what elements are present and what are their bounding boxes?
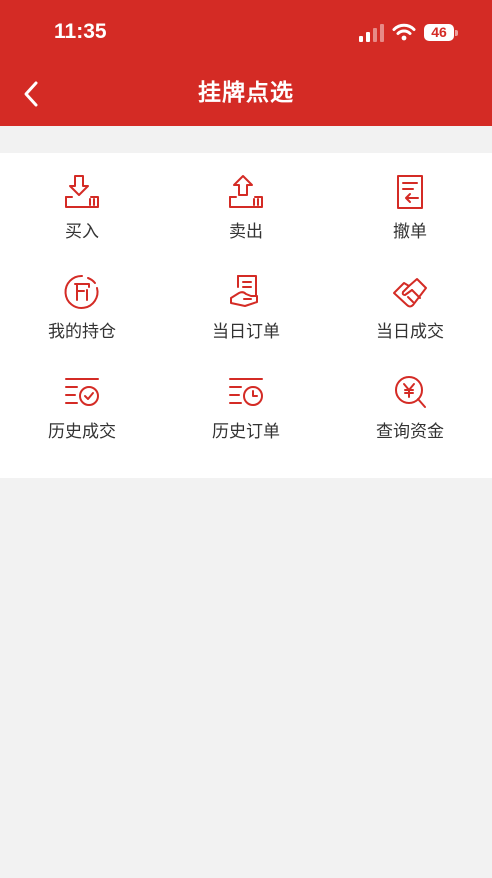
- menu-label-query-funds: 查询资金: [376, 422, 444, 442]
- menu-item-today-trades[interactable]: 当日成交: [328, 253, 492, 353]
- app-header: 11:35 46 挂牌点选: [0, 0, 492, 126]
- inbox-upload-icon: [229, 175, 263, 208]
- list-clock-icon: [229, 378, 263, 406]
- battery-tip: [455, 30, 458, 36]
- nav-bar: 挂牌点选: [0, 66, 492, 126]
- document-return-icon: [397, 175, 423, 209]
- order-hand-icon: [230, 275, 258, 307]
- wifi-icon: [392, 23, 416, 41]
- menu-label-cancel-order: 撤单: [393, 222, 427, 242]
- menu-label-today-trades: 当日成交: [376, 322, 444, 342]
- cellular-signal-icon: [359, 24, 384, 42]
- menu-label-sell: 卖出: [229, 222, 263, 242]
- menu-label-my-positions: 我的持仓: [48, 322, 116, 342]
- menu-item-cancel-order[interactable]: 撤单: [328, 153, 492, 253]
- menu-label-today-orders: 当日订单: [212, 322, 280, 342]
- back-button[interactable]: [14, 76, 48, 112]
- battery-indicator: 46: [424, 24, 458, 41]
- status-bar: 11:35 46: [0, 0, 492, 66]
- handshake-icon: [393, 278, 427, 308]
- yuan-search-icon: [395, 376, 426, 408]
- menu-label-history-trades: 历史成交: [48, 422, 116, 442]
- menu-label-buy: 买入: [65, 222, 99, 242]
- menu-label-history-orders: 历史订单: [212, 422, 280, 442]
- status-time: 11:35: [54, 20, 107, 43]
- menu-item-sell[interactable]: 卖出: [164, 153, 328, 253]
- battery-level: 46: [424, 24, 454, 41]
- page-title: 挂牌点选: [198, 80, 294, 106]
- menu-item-query-funds[interactable]: 查询资金: [328, 353, 492, 453]
- list-check-icon: [65, 378, 99, 406]
- menu-item-today-orders[interactable]: 当日订单: [164, 253, 328, 353]
- position-circle-icon: [64, 274, 99, 309]
- function-menu: 买入 卖出 撤单 我的持仓 当日订单 当日成交 历史成交 历史订单 查询资金: [0, 153, 492, 478]
- menu-item-my-positions[interactable]: 我的持仓: [0, 253, 164, 353]
- menu-item-history-orders[interactable]: 历史订单: [164, 353, 328, 453]
- chevron-left-icon: [24, 81, 38, 107]
- menu-item-buy[interactable]: 买入: [0, 153, 164, 253]
- inbox-download-icon: [65, 175, 99, 208]
- menu-item-history-trades[interactable]: 历史成交: [0, 353, 164, 453]
